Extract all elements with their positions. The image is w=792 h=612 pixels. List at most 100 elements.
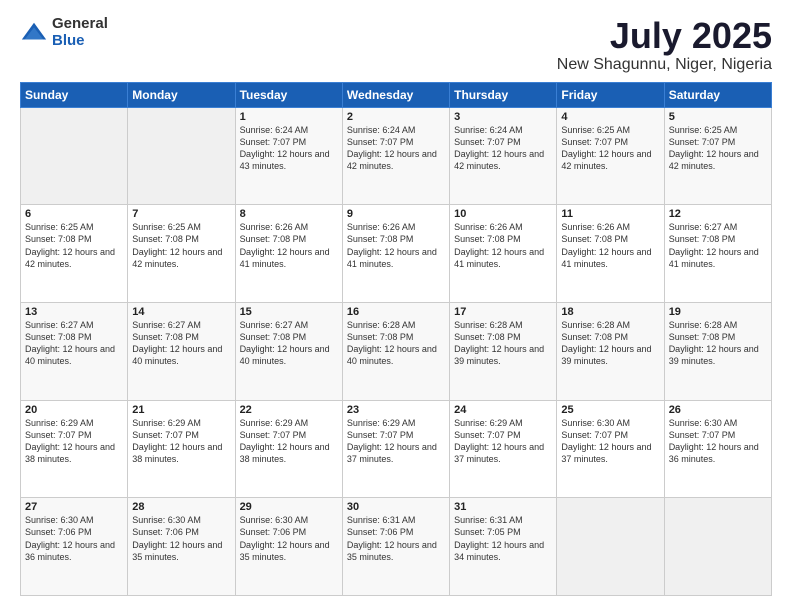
- day-info: Sunrise: 6:26 AM Sunset: 7:08 PM Dayligh…: [561, 221, 659, 270]
- logo-icon: [20, 19, 48, 47]
- day-of-week-sunday: Sunday: [21, 82, 128, 107]
- day-of-week-monday: Monday: [128, 82, 235, 107]
- day-number: 24: [454, 404, 552, 416]
- calendar-cell: 21Sunrise: 6:29 AM Sunset: 7:07 PM Dayli…: [128, 400, 235, 498]
- day-number: 8: [240, 208, 338, 220]
- location: New Shagunnu, Niger, Nigeria: [557, 56, 772, 74]
- day-number: 6: [25, 208, 123, 220]
- calendar-cell: 7Sunrise: 6:25 AM Sunset: 7:08 PM Daylig…: [128, 205, 235, 303]
- day-info: Sunrise: 6:30 AM Sunset: 7:06 PM Dayligh…: [240, 514, 338, 563]
- day-number: 10: [454, 208, 552, 220]
- calendar-cell: 15Sunrise: 6:27 AM Sunset: 7:08 PM Dayli…: [235, 302, 342, 400]
- day-number: 1: [240, 111, 338, 123]
- calendar-cell: [128, 107, 235, 205]
- week-row-2: 6Sunrise: 6:25 AM Sunset: 7:08 PM Daylig…: [21, 205, 772, 303]
- title-section: July 2025 New Shagunnu, Niger, Nigeria: [557, 16, 772, 74]
- calendar-cell: [21, 107, 128, 205]
- day-number: 28: [132, 501, 230, 513]
- day-info: Sunrise: 6:31 AM Sunset: 7:06 PM Dayligh…: [347, 514, 445, 563]
- day-of-week-tuesday: Tuesday: [235, 82, 342, 107]
- calendar-cell: 26Sunrise: 6:30 AM Sunset: 7:07 PM Dayli…: [664, 400, 771, 498]
- calendar-cell: 12Sunrise: 6:27 AM Sunset: 7:08 PM Dayli…: [664, 205, 771, 303]
- day-info: Sunrise: 6:29 AM Sunset: 7:07 PM Dayligh…: [454, 417, 552, 466]
- logo: General Blue: [20, 16, 108, 49]
- day-info: Sunrise: 6:30 AM Sunset: 7:07 PM Dayligh…: [669, 417, 767, 466]
- calendar-cell: 29Sunrise: 6:30 AM Sunset: 7:06 PM Dayli…: [235, 498, 342, 596]
- day-info: Sunrise: 6:27 AM Sunset: 7:08 PM Dayligh…: [25, 319, 123, 368]
- calendar-cell: 2Sunrise: 6:24 AM Sunset: 7:07 PM Daylig…: [342, 107, 449, 205]
- day-info: Sunrise: 6:25 AM Sunset: 7:08 PM Dayligh…: [132, 221, 230, 270]
- day-info: Sunrise: 6:27 AM Sunset: 7:08 PM Dayligh…: [240, 319, 338, 368]
- calendar-body: 1Sunrise: 6:24 AM Sunset: 7:07 PM Daylig…: [21, 107, 772, 595]
- month-title: July 2025: [557, 16, 772, 56]
- day-info: Sunrise: 6:27 AM Sunset: 7:08 PM Dayligh…: [132, 319, 230, 368]
- day-of-week-friday: Friday: [557, 82, 664, 107]
- calendar-cell: 27Sunrise: 6:30 AM Sunset: 7:06 PM Dayli…: [21, 498, 128, 596]
- calendar-cell: 30Sunrise: 6:31 AM Sunset: 7:06 PM Dayli…: [342, 498, 449, 596]
- day-of-week-thursday: Thursday: [450, 82, 557, 107]
- calendar-cell: 5Sunrise: 6:25 AM Sunset: 7:07 PM Daylig…: [664, 107, 771, 205]
- day-number: 27: [25, 501, 123, 513]
- day-info: Sunrise: 6:26 AM Sunset: 7:08 PM Dayligh…: [240, 221, 338, 270]
- calendar-table: SundayMondayTuesdayWednesdayThursdayFrid…: [20, 82, 772, 596]
- calendar-cell: 25Sunrise: 6:30 AM Sunset: 7:07 PM Dayli…: [557, 400, 664, 498]
- day-info: Sunrise: 6:29 AM Sunset: 7:07 PM Dayligh…: [25, 417, 123, 466]
- calendar-cell: 23Sunrise: 6:29 AM Sunset: 7:07 PM Dayli…: [342, 400, 449, 498]
- day-info: Sunrise: 6:27 AM Sunset: 7:08 PM Dayligh…: [669, 221, 767, 270]
- header: General Blue July 2025 New Shagunnu, Nig…: [20, 16, 772, 74]
- calendar-cell: 16Sunrise: 6:28 AM Sunset: 7:08 PM Dayli…: [342, 302, 449, 400]
- day-number: 26: [669, 404, 767, 416]
- day-number: 23: [347, 404, 445, 416]
- logo-blue-text: Blue: [52, 33, 108, 50]
- logo-general-text: General: [52, 16, 108, 33]
- day-info: Sunrise: 6:30 AM Sunset: 7:07 PM Dayligh…: [561, 417, 659, 466]
- day-number: 25: [561, 404, 659, 416]
- day-number: 7: [132, 208, 230, 220]
- day-info: Sunrise: 6:30 AM Sunset: 7:06 PM Dayligh…: [25, 514, 123, 563]
- day-info: Sunrise: 6:31 AM Sunset: 7:05 PM Dayligh…: [454, 514, 552, 563]
- day-number: 19: [669, 306, 767, 318]
- day-info: Sunrise: 6:29 AM Sunset: 7:07 PM Dayligh…: [347, 417, 445, 466]
- day-info: Sunrise: 6:28 AM Sunset: 7:08 PM Dayligh…: [561, 319, 659, 368]
- calendar-cell: 19Sunrise: 6:28 AM Sunset: 7:08 PM Dayli…: [664, 302, 771, 400]
- day-number: 31: [454, 501, 552, 513]
- day-number: 18: [561, 306, 659, 318]
- logo-text: General Blue: [52, 16, 108, 49]
- calendar-cell: 6Sunrise: 6:25 AM Sunset: 7:08 PM Daylig…: [21, 205, 128, 303]
- day-number: 17: [454, 306, 552, 318]
- calendar-header: SundayMondayTuesdayWednesdayThursdayFrid…: [21, 82, 772, 107]
- day-info: Sunrise: 6:25 AM Sunset: 7:07 PM Dayligh…: [561, 124, 659, 173]
- day-of-week-saturday: Saturday: [664, 82, 771, 107]
- day-info: Sunrise: 6:29 AM Sunset: 7:07 PM Dayligh…: [240, 417, 338, 466]
- day-number: 11: [561, 208, 659, 220]
- calendar-cell: 24Sunrise: 6:29 AM Sunset: 7:07 PM Dayli…: [450, 400, 557, 498]
- calendar-cell: 22Sunrise: 6:29 AM Sunset: 7:07 PM Dayli…: [235, 400, 342, 498]
- day-info: Sunrise: 6:28 AM Sunset: 7:08 PM Dayligh…: [454, 319, 552, 368]
- day-number: 9: [347, 208, 445, 220]
- day-info: Sunrise: 6:29 AM Sunset: 7:07 PM Dayligh…: [132, 417, 230, 466]
- day-number: 3: [454, 111, 552, 123]
- day-number: 30: [347, 501, 445, 513]
- calendar-cell: 9Sunrise: 6:26 AM Sunset: 7:08 PM Daylig…: [342, 205, 449, 303]
- week-row-3: 13Sunrise: 6:27 AM Sunset: 7:08 PM Dayli…: [21, 302, 772, 400]
- calendar-cell: 4Sunrise: 6:25 AM Sunset: 7:07 PM Daylig…: [557, 107, 664, 205]
- days-of-week-row: SundayMondayTuesdayWednesdayThursdayFrid…: [21, 82, 772, 107]
- calendar-cell: 10Sunrise: 6:26 AM Sunset: 7:08 PM Dayli…: [450, 205, 557, 303]
- day-info: Sunrise: 6:24 AM Sunset: 7:07 PM Dayligh…: [454, 124, 552, 173]
- calendar-cell: 13Sunrise: 6:27 AM Sunset: 7:08 PM Dayli…: [21, 302, 128, 400]
- day-of-week-wednesday: Wednesday: [342, 82, 449, 107]
- day-info: Sunrise: 6:26 AM Sunset: 7:08 PM Dayligh…: [454, 221, 552, 270]
- day-info: Sunrise: 6:24 AM Sunset: 7:07 PM Dayligh…: [240, 124, 338, 173]
- day-number: 15: [240, 306, 338, 318]
- calendar-cell: 20Sunrise: 6:29 AM Sunset: 7:07 PM Dayli…: [21, 400, 128, 498]
- day-number: 20: [25, 404, 123, 416]
- calendar-cell: 3Sunrise: 6:24 AM Sunset: 7:07 PM Daylig…: [450, 107, 557, 205]
- day-info: Sunrise: 6:26 AM Sunset: 7:08 PM Dayligh…: [347, 221, 445, 270]
- day-number: 21: [132, 404, 230, 416]
- calendar-cell: 31Sunrise: 6:31 AM Sunset: 7:05 PM Dayli…: [450, 498, 557, 596]
- day-number: 14: [132, 306, 230, 318]
- calendar-cell: 11Sunrise: 6:26 AM Sunset: 7:08 PM Dayli…: [557, 205, 664, 303]
- day-info: Sunrise: 6:28 AM Sunset: 7:08 PM Dayligh…: [347, 319, 445, 368]
- day-info: Sunrise: 6:25 AM Sunset: 7:08 PM Dayligh…: [25, 221, 123, 270]
- calendar-cell: [664, 498, 771, 596]
